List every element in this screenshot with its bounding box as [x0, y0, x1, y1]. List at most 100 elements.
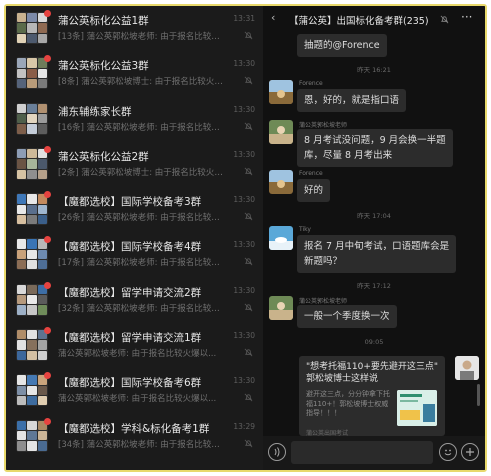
chat-list[interactable]: 蒲公英标化公益1群 [13条] 蒲公英郭松坡老师: 由于报名比较火爆以... 1… — [6, 6, 263, 470]
bell-mute-icon — [244, 122, 253, 130]
chat-name: 蒲公英标化公益1群 — [58, 15, 149, 27]
chat-preview: 蒲公英郭松坡老师: 由于报名比较火爆以... — [58, 349, 217, 360]
chat-list-item[interactable]: 【魔都选校】国际学校备考3群 [26条] 蒲公英郭松坡老师: 由于报名比较火爆以… — [6, 187, 263, 232]
scrollbar[interactable] — [477, 384, 480, 406]
chat-list-item[interactable]: 【魔都选校】留学申请交流1群 蒲公英郭松坡老师: 由于报名比较火爆以... 13… — [6, 323, 263, 368]
unread-dot — [44, 372, 51, 380]
chat-list-item[interactable]: 【魔都选校】留学申请交流2群 [32条] 蒲公英郭松坡老师: 由于报名比较火爆以… — [6, 278, 263, 323]
chat-time: 13:30 — [233, 59, 255, 69]
chat-name: 蒲公英标化公益3群 — [58, 60, 149, 73]
chat-name: 【魔都选校】国际学校备考4群 — [58, 241, 202, 254]
avatar[interactable] — [269, 80, 293, 104]
bell-mute-icon — [244, 258, 253, 266]
avatar[interactable] — [455, 356, 479, 380]
chat-header: ‹ 【蒲公英】出国标化备考群(235) ··· — [263, 6, 485, 32]
sender-name: Forence — [299, 80, 323, 87]
plus-icon[interactable] — [461, 443, 479, 461]
input-bar — [263, 436, 485, 470]
chat-time: 13:30 — [233, 195, 255, 205]
bell-mute-icon — [244, 303, 253, 312]
group-avatar — [16, 147, 48, 180]
chat-preview: [17条] 蒲公英郭松坡老师: 由于报名比较火爆以... — [58, 258, 223, 269]
bell-mute-icon — [244, 348, 253, 357]
chat-time: 13:30 — [233, 240, 255, 250]
unread-dot — [44, 417, 51, 425]
chat-preview: [13条] 蒲公英郭松坡老师: 由于报名比较火爆以... — [58, 32, 223, 42]
chat-list-item[interactable]: 蒲公英标化公益1群 [13条] 蒲公英郭松坡老师: 由于报名比较火爆以... 1… — [6, 6, 263, 51]
more-icon[interactable]: ··· — [461, 10, 472, 24]
chat-preview: [32条] 蒲公英郭松坡老师: 由于报名比较火爆以... — [58, 303, 223, 314]
timestamp: 昨天 16:21 — [357, 66, 391, 74]
unread-dot — [44, 145, 51, 153]
chat-list-item[interactable]: 蒲公英标化公益3群 [8条] 蒲公英郭松坡博士: 由于报名比较火爆以... 13… — [6, 51, 263, 96]
sender-name: 蒲公英郭松坡老师 — [299, 122, 348, 129]
chat-preview: [16条] 蒲公英郭松坡老师: 由于报名比较火爆以... — [58, 122, 223, 133]
message-bubble: 抽题的@Forence — [297, 34, 387, 57]
chat-name: 浦东辅练家长群 — [58, 105, 132, 118]
bell-mute-icon — [244, 439, 253, 448]
group-avatar — [16, 12, 48, 44]
avatar[interactable] — [269, 170, 293, 194]
chat-preview: [34条] 蒲公英郭松坡老师: 由于报名比较火爆以... — [58, 439, 223, 450]
message-bubble: 一般一个季度换一次 — [297, 305, 397, 328]
bell-mute-icon — [244, 212, 253, 221]
link-card[interactable]: "想考托福110+要先避开这三点" 郭松坡博士这样说 避开这三点，分分钟拿下托福… — [299, 356, 445, 436]
unread-dot — [44, 191, 51, 199]
timestamp: 昨天 17:04 — [357, 212, 391, 220]
chat-list-item[interactable]: 【魔都选校】国际学校备考4群 [17条] 蒲公英郭松坡老师: 由于报名比较火爆以… — [6, 232, 263, 277]
message-bubble: 恩，好的，就是指口语 — [297, 89, 407, 112]
group-avatar — [16, 238, 48, 271]
chat-preview: [8条] 蒲公英郭松坡博士: 由于报名比较火爆以... — [58, 77, 223, 88]
chat-title: 【蒲公英】出国标化备考群(235) — [289, 16, 429, 27]
chat-name: 蒲公英标化公益2群 — [58, 150, 149, 163]
group-avatar — [16, 102, 48, 135]
chat-name: 【魔都选校】国际学校备考6群 — [58, 377, 202, 390]
screenshot-frame: 蒲公英标化公益1群 [13条] 蒲公英郭松坡老师: 由于报名比较火爆以... 1… — [4, 4, 487, 472]
unread-dot — [44, 281, 51, 289]
chevron-left-icon[interactable]: ‹ — [271, 11, 275, 24]
chat-list-item[interactable]: 蒲公英标化公益2群 [2条] 蒲公英郭松坡博士: 由于报名比较火爆以... 13… — [6, 142, 263, 187]
emoji-icon[interactable] — [439, 443, 457, 461]
avatar[interactable] — [269, 226, 293, 250]
card-thumbnail — [397, 390, 437, 426]
avatar[interactable] — [269, 120, 293, 144]
message-line: 新题吗？ — [304, 256, 343, 267]
chat-name: 【魔都选校】留学申请交流1群 — [58, 332, 202, 345]
group-avatar — [16, 419, 48, 452]
message-line: 8 月考试没问题，9 月会换一半题 — [304, 135, 446, 146]
chat-window: ‹ 【蒲公英】出国标化备考群(235) ··· 抽题的@Forence 昨天 1… — [263, 6, 485, 470]
bell-mute-icon — [244, 167, 253, 176]
voice-icon[interactable] — [268, 443, 286, 461]
message-line: 报名 7 月中旬考试，口语题库会是 — [304, 241, 450, 252]
bell-mute-icon — [244, 393, 253, 402]
card-title: "想考托福110+要先避开这三点" 郭松坡博士这样说 — [306, 362, 438, 384]
group-avatar — [16, 193, 48, 226]
message-input[interactable] — [291, 441, 433, 464]
avatar[interactable] — [269, 296, 293, 320]
bell-mute-icon — [244, 76, 253, 85]
chat-time: 13:30 — [233, 285, 255, 295]
sender-name: Tiky — [299, 226, 311, 233]
chat-preview: [26条] 蒲公英郭松坡老师: 由于报名比较火爆以... — [58, 213, 223, 224]
card-source: 蒲公英出国考试 — [306, 430, 349, 436]
sender-name: 蒲公英郭松坡老师 — [299, 298, 348, 305]
card-description: 避开这三点，分分钟拿下托福110+！郭松坡博士权威指导！！！ — [306, 390, 390, 417]
bell-mute-icon — [440, 15, 449, 24]
chat-time: 13:30 — [233, 149, 255, 159]
chat-preview: [2条] 蒲公英郭松坡博士: 由于报名比较火爆以... — [58, 167, 223, 178]
message-bubble: 8 月考试没问题，9 月会换一半题 库，尽量 8 月考出来 — [297, 129, 453, 167]
chat-time: 13:29 — [233, 421, 255, 431]
group-avatar — [16, 57, 48, 90]
message-line: 库，尽量 8 月考出来 — [304, 150, 393, 161]
sender-name: Forence — [299, 170, 323, 177]
chat-list-item[interactable]: 【魔都选校】国际学校备考6群 蒲公英郭松坡老师: 由于报名比较火爆以... 13… — [6, 368, 263, 413]
chat-name: 【魔都选校】学科&标化备考1群 — [58, 422, 210, 435]
chat-preview: 蒲公英郭松坡老师: 由于报名比较火爆以... — [58, 394, 217, 405]
message-area[interactable]: 抽题的@Forence 昨天 16:21 Forence 恩，好的，就是指口语 … — [263, 32, 485, 436]
chat-name: 【魔都选校】留学申请交流2群 — [58, 286, 202, 299]
chat-list-item[interactable]: 【魔都选校】学科&标化备考1群 [34条] 蒲公英郭松坡老师: 由于报名比较火爆… — [6, 414, 263, 459]
message-bubble: 报名 7 月中旬考试，口语题库会是 新题吗？ — [297, 235, 457, 273]
group-avatar — [16, 374, 48, 407]
unread-dot — [44, 55, 51, 63]
chat-list-item[interactable]: 浦东辅练家长群 [16条] 蒲公英郭松坡老师: 由于报名比较火爆以... 13:… — [6, 97, 263, 142]
